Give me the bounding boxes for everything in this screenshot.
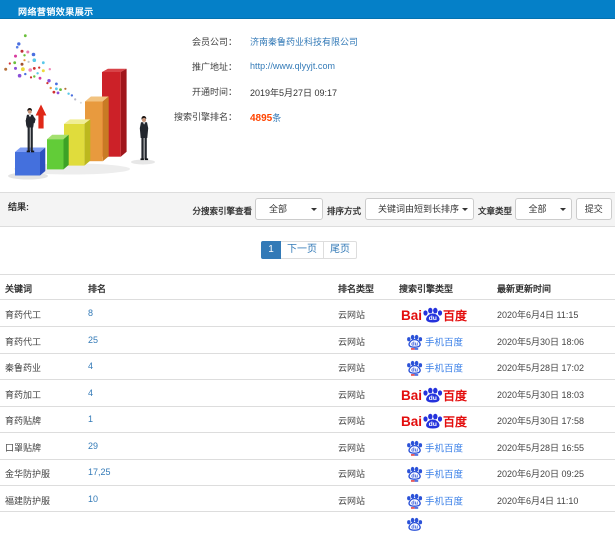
svg-text:du: du bbox=[429, 421, 437, 428]
svg-text:du: du bbox=[411, 474, 418, 480]
svg-text:du: du bbox=[411, 500, 418, 506]
svg-text:Bai: Bai bbox=[401, 414, 422, 429]
svg-text:du: du bbox=[429, 315, 437, 322]
svg-text:手机百度: 手机百度 bbox=[425, 469, 464, 481]
svg-text:手机百度: 手机百度 bbox=[425, 363, 464, 375]
svg-text:du: du bbox=[411, 368, 418, 374]
svg-text:du: du bbox=[429, 395, 437, 402]
svg-text:du: du bbox=[411, 447, 418, 453]
svg-text:Bai: Bai bbox=[401, 308, 422, 323]
svg-text:百度: 百度 bbox=[443, 308, 467, 323]
svg-text:百度: 百度 bbox=[443, 414, 467, 429]
svg-text:Bai: Bai bbox=[401, 388, 422, 403]
svg-text:手机百度: 手机百度 bbox=[425, 337, 464, 349]
svg-text:手机百度: 手机百度 bbox=[425, 442, 464, 454]
svg-text:手机百度: 手机百度 bbox=[425, 495, 464, 507]
svg-text:百度: 百度 bbox=[443, 388, 467, 403]
svg-text:du: du bbox=[411, 342, 418, 348]
svg-text:du: du bbox=[411, 524, 418, 530]
